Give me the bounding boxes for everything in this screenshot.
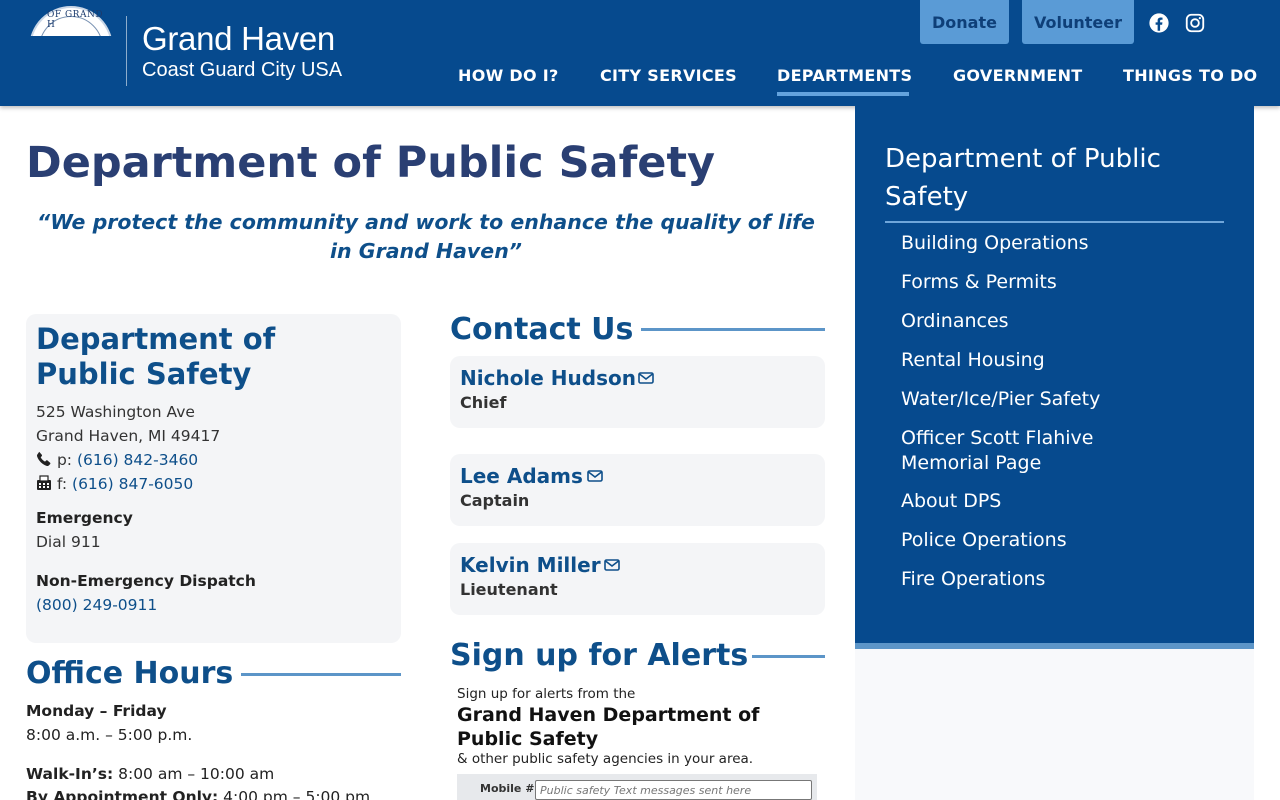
office-days: Monday – Friday: [26, 702, 167, 720]
sidebar-item-rental-housing[interactable]: Rental Housing: [901, 348, 1045, 373]
alerts-rule: [752, 655, 825, 658]
nonemergency-label: Non-Emergency Dispatch: [36, 572, 256, 590]
fax-icon: [37, 475, 51, 490]
city-seal-logo[interactable]: OF GRAND H: [29, 6, 113, 36]
appointment-value: 4:00 pm – 5:00 pm: [218, 788, 371, 800]
contact-role: Lieutenant: [460, 580, 558, 599]
contact-name[interactable]: Kelvin Miller: [460, 553, 601, 577]
site-header: OF GRAND H Grand Haven Coast Guard City …: [0, 0, 1280, 106]
department-info-card: Department of Public Safety 525 Washingt…: [26, 314, 401, 643]
contact-role: Captain: [460, 491, 530, 510]
nonemergency-phone-link[interactable]: (800) 249-0911: [36, 596, 157, 614]
facebook-icon[interactable]: [1148, 12, 1170, 34]
contact-card: Lee Adams Captain: [450, 454, 825, 526]
nav-government[interactable]: GOVERNMENT: [953, 66, 1082, 86]
sidebar-item-police-operations[interactable]: Police Operations: [901, 528, 1067, 553]
emergency-value: Dial 911: [36, 533, 101, 551]
contact-card: Nichole Hudson Chief: [450, 356, 825, 428]
contact-name[interactable]: Lee Adams: [460, 464, 583, 488]
contact-rule: [641, 328, 825, 331]
alerts-signup-form: Mobile #: [457, 774, 817, 800]
walkin-label: Walk-In’s:: [26, 765, 114, 783]
contact-heading: Contact Us: [450, 312, 634, 347]
phone-prefix: p:: [56, 451, 72, 469]
appointment-label: By Appointment Only:: [26, 788, 219, 800]
phone-link[interactable]: (616) 842-3460: [77, 451, 198, 469]
instagram-icon[interactable]: [1184, 12, 1206, 34]
department-sidebar-nav: Department of Public Safety Building Ope…: [855, 106, 1254, 643]
sidebar-lower-panel: [855, 649, 1254, 800]
walkin-row: Walk-In’s: 8:00 am – 10:00 am: [26, 765, 274, 783]
nav-departments[interactable]: DEPARTMENTS: [777, 66, 912, 86]
nav-city-services[interactable]: CITY SERVICES: [600, 66, 737, 86]
nav-how-do-i[interactable]: HOW DO I?: [458, 66, 559, 86]
sidebar-item-about-dps[interactable]: About DPS: [901, 489, 1001, 514]
email-icon[interactable]: [604, 559, 620, 571]
walkin-value: 8:00 am – 10:00 am: [113, 765, 275, 783]
fax-row: f: (616) 847-6050: [36, 475, 193, 493]
nav-things-to-do[interactable]: THINGS TO DO: [1123, 66, 1257, 86]
nav-active-indicator: [777, 92, 909, 96]
office-hours-heading: Office Hours: [26, 656, 234, 691]
fax-link[interactable]: (616) 847-6050: [72, 475, 193, 493]
sidebar-item-water-ice-pier-safety[interactable]: Water/Ice/Pier Safety: [901, 387, 1100, 412]
site-logo-subtitle[interactable]: Coast Guard City USA: [142, 58, 342, 82]
phone-row: p: (616) 842-3460: [36, 451, 198, 469]
email-icon[interactable]: [638, 372, 654, 384]
sidebar-title-rule: [885, 221, 1224, 223]
nonemergency-row: (800) 249-0911: [36, 596, 157, 614]
page-title: Department of Public Safety: [26, 138, 716, 188]
logo-divider: [126, 16, 127, 86]
alerts-heading: Sign up for Alerts: [450, 638, 749, 673]
address-line-1: 525 Washington Ave: [36, 403, 195, 421]
seal-text: OF GRAND H: [47, 10, 104, 30]
contact-card: Kelvin Miller Lieutenant: [450, 543, 825, 615]
sidebar-item-memorial-page[interactable]: Officer Scott Flahive Memorial Page: [901, 426, 1131, 476]
mission-quote: “We protect the community and work to en…: [37, 210, 815, 263]
volunteer-button[interactable]: Volunteer: [1022, 0, 1134, 44]
sidebar-item-forms-permits[interactable]: Forms & Permits: [901, 270, 1057, 295]
address-line-2: Grand Haven, MI 49417: [36, 427, 221, 445]
alerts-intro: Sign up for alerts from the: [457, 686, 636, 702]
mobile-label: Mobile #: [480, 782, 535, 795]
donate-button[interactable]: Donate: [920, 0, 1009, 44]
emergency-label: Emergency: [36, 509, 133, 527]
contact-role: Chief: [460, 393, 507, 412]
fax-prefix: f:: [56, 475, 68, 493]
email-icon[interactable]: [587, 470, 603, 482]
contact-name[interactable]: Nichole Hudson: [460, 366, 636, 390]
phone-icon: [36, 451, 51, 467]
department-card-title: Department of Public Safety: [36, 322, 276, 391]
office-hours-time: 8:00 a.m. – 5:00 p.m.: [26, 726, 193, 744]
appointment-row: By Appointment Only: 4:00 pm – 5:00 pm: [26, 788, 370, 800]
site-logo-title[interactable]: Grand Haven: [142, 20, 335, 58]
office-hours-rule: [241, 673, 401, 676]
mobile-number-input[interactable]: [535, 780, 812, 800]
sidebar-item-building-operations[interactable]: Building Operations: [901, 231, 1089, 256]
alerts-subtext: & other public safety agencies in your a…: [457, 751, 754, 767]
sidebar-item-fire-operations[interactable]: Fire Operations: [901, 567, 1045, 592]
sidebar-item-ordinances[interactable]: Ordinances: [901, 309, 1009, 334]
sidebar-title[interactable]: Department of Public Safety: [885, 140, 1185, 216]
alerts-org-name: Grand Haven Department of Public Safety: [457, 704, 760, 750]
